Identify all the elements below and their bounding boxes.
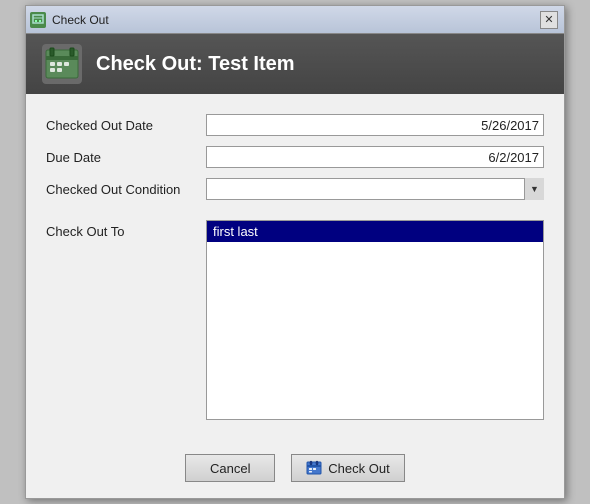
main-window: Check Out ✕ Check Out: Test Item Checked…: [25, 5, 565, 499]
dialog-title: Check Out: Test Item: [96, 53, 295, 76]
checkout-button[interactable]: Check Out: [291, 454, 404, 482]
title-bar-left: Check Out: [30, 12, 109, 28]
spacer: [46, 210, 544, 220]
checked-out-condition-wrapper: Good Fair Poor ▼: [206, 178, 544, 200]
title-bar: Check Out ✕: [26, 6, 564, 34]
checked-out-date-input[interactable]: [206, 114, 544, 136]
form-area: Checked Out Date Due Date Checked Out Co…: [26, 94, 564, 444]
checked-out-date-label: Checked Out Date: [46, 118, 206, 133]
button-row: Cancel Check Out: [26, 444, 564, 498]
list-item-selected[interactable]: first last: [207, 221, 543, 242]
title-bar-text: Check Out: [52, 13, 109, 27]
checked-out-condition-label: Checked Out Condition: [46, 182, 206, 197]
checked-out-condition-select[interactable]: Good Fair Poor: [206, 178, 544, 200]
checked-out-condition-row: Checked Out Condition Good Fair Poor ▼: [46, 178, 544, 200]
cancel-label: Cancel: [210, 461, 250, 476]
check-out-to-list[interactable]: first last: [206, 220, 544, 420]
cancel-button[interactable]: Cancel: [185, 454, 275, 482]
checkout-icon: [306, 460, 322, 476]
check-out-to-row: Check Out To first last: [46, 220, 544, 420]
check-out-to-label: Check Out To: [46, 220, 206, 239]
checked-out-date-row: Checked Out Date: [46, 114, 544, 136]
header-icon: [42, 44, 82, 84]
window-icon: [30, 12, 46, 28]
due-date-row: Due Date: [46, 146, 544, 168]
checkout-label: Check Out: [328, 461, 389, 476]
header-bar: Check Out: Test Item: [26, 34, 564, 94]
due-date-input[interactable]: [206, 146, 544, 168]
due-date-label: Due Date: [46, 150, 206, 165]
close-button[interactable]: ✕: [540, 11, 558, 29]
